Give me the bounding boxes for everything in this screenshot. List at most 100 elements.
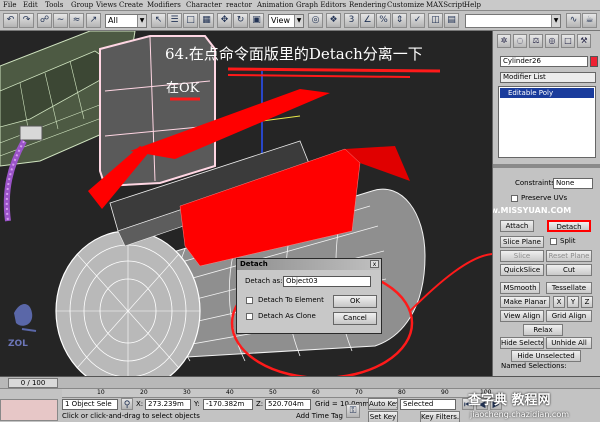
set-key-button[interactable]: Set Key (368, 411, 398, 422)
object-name-field[interactable]: Cylinder26 (500, 56, 588, 67)
select-by-name-icon[interactable]: ☰ (167, 13, 182, 28)
scale-icon[interactable]: ▣ (249, 13, 264, 28)
tessellate-button[interactable]: Tessellate (546, 282, 592, 294)
x-coord-field[interactable]: 273.239m (145, 399, 191, 410)
spinner-snap-icon[interactable]: ⇕ (392, 13, 407, 28)
detach-to-element-checkbox[interactable] (246, 297, 253, 304)
angle-snap-icon[interactable]: ∠ (360, 13, 375, 28)
detach-as-input[interactable]: Object03 (283, 276, 371, 287)
menu-tools[interactable]: Tools (45, 0, 63, 11)
percent-snap-icon[interactable]: % (376, 13, 391, 28)
slice-button[interactable]: Slice (500, 250, 544, 262)
maxscript-listener[interactable] (0, 399, 58, 421)
menu-maxscript[interactable]: MAXScript (426, 0, 465, 11)
unhide-all-button[interactable]: Unhide All (546, 337, 592, 349)
ok-button[interactable]: OK (333, 295, 377, 308)
y-coord-field[interactable]: -170.382m (203, 399, 253, 410)
view-align-button[interactable]: View Align (500, 310, 544, 322)
create-tab-icon[interactable]: ✲ (497, 34, 511, 48)
cancel-button[interactable]: Cancel (333, 312, 377, 325)
menu-group[interactable]: Group (71, 0, 93, 11)
menu-reactor[interactable]: reactor (226, 0, 252, 11)
hide-unselected-button[interactable]: Hide Unselected (511, 350, 581, 362)
undo-icon[interactable]: ↶ (3, 13, 18, 28)
auto-key-button[interactable]: Auto Key (368, 398, 398, 410)
selection-filter-dropdown[interactable]: All ▼ (105, 14, 147, 28)
grid-align-button[interactable]: Grid Align (546, 310, 592, 322)
slice-plane-button[interactable]: Slice Plane (500, 236, 544, 248)
display-tab-icon[interactable]: □ (561, 34, 575, 48)
utilities-tab-icon[interactable]: ⚒ (577, 34, 591, 48)
close-icon[interactable]: x (370, 260, 379, 268)
named-selection-sets-dropdown[interactable]: ▼ (465, 14, 561, 28)
menu-customize[interactable]: Customize (387, 0, 424, 11)
time-slider-thumb[interactable]: 0 / 100 (8, 378, 58, 388)
modify-tab-icon[interactable]: ◌ (513, 34, 527, 48)
named-selection-icon[interactable]: ✓ (410, 13, 425, 28)
key-icon[interactable]: ⚿ (346, 404, 360, 418)
hierarchy-tab-icon[interactable]: ⚖ (529, 34, 543, 48)
detach-button[interactable]: Detach (547, 220, 591, 232)
z-coord-field[interactable]: 520.704m (265, 399, 311, 410)
align-icon[interactable]: ▤ (444, 13, 459, 28)
menubar: File Edit Tools Group Views Create Modif… (0, 0, 600, 11)
bind-space-warp-icon[interactable]: ≈ (69, 13, 84, 28)
reset-plane-button[interactable]: Reset Plane (546, 250, 592, 262)
time-slider-track[interactable]: 0 / 100 (0, 377, 600, 389)
preserve-uvs-checkbox[interactable] (511, 195, 518, 202)
modifier-list-dropdown[interactable]: Modifier List (500, 72, 596, 83)
move-icon[interactable]: ✥ (217, 13, 232, 28)
menu-edit[interactable]: Edit (23, 0, 38, 11)
add-time-tag[interactable]: Add Time Tag (296, 412, 343, 420)
constraints-dropdown[interactable]: None (553, 178, 593, 189)
curve-editor-icon[interactable]: ∿ (566, 13, 581, 28)
make-planar-z-button[interactable]: Z (581, 296, 593, 308)
object-color-swatch[interactable] (590, 56, 598, 67)
mirror-icon[interactable]: ◫ (428, 13, 443, 28)
snaps-toggle-icon[interactable]: 3 (344, 13, 359, 28)
menu-create[interactable]: Create (119, 0, 143, 11)
menu-modifiers[interactable]: Modifiers (147, 0, 181, 11)
rotate-icon[interactable]: ↻ (233, 13, 248, 28)
key-filters-button[interactable]: Key Filters... (420, 411, 460, 422)
menu-character[interactable]: Character (186, 0, 222, 11)
hide-selected-button[interactable]: Hide Selected (500, 337, 544, 349)
perspective-viewport[interactable]: 64.在点命令面版里的Detach分离一下 在OK Detach x Detac… (0, 31, 492, 376)
unlink-icon[interactable]: ∼ (53, 13, 68, 28)
cut-button[interactable]: Cut (546, 264, 592, 276)
stack-item-editable-poly[interactable]: Editable Poly (500, 88, 594, 98)
quickslice-button[interactable]: QuickSlice (500, 264, 544, 276)
menu-animation[interactable]: Animation (257, 0, 293, 11)
tick-label: 20 (140, 389, 148, 396)
render-icon[interactable]: ☕ (582, 13, 597, 28)
select-object-arrow-icon[interactable]: ↖ (151, 13, 166, 28)
pivot-center-icon[interactable]: ◎ (308, 13, 323, 28)
menu-help[interactable]: Help (464, 0, 481, 11)
select-manipulate-icon[interactable]: ❖ (326, 13, 341, 28)
make-planar-y-button[interactable]: Y (567, 296, 579, 308)
menu-file[interactable]: File (3, 0, 16, 11)
make-planar-button[interactable]: Make Planar (500, 296, 550, 308)
key-mode-dropdown[interactable]: Selected (400, 399, 456, 410)
menu-graph-editors[interactable]: Graph Editors (296, 0, 346, 11)
attach-button[interactable]: Attach (500, 220, 534, 232)
menu-rendering[interactable]: Rendering (349, 0, 386, 11)
split-checkbox[interactable] (550, 238, 557, 245)
select-link-icon[interactable]: ☍ (37, 13, 52, 28)
region-select-icon[interactable]: □ (183, 13, 198, 28)
lock-selection-icon[interactable]: ⚲ (121, 398, 133, 410)
chevron-down-icon: ▼ (551, 15, 560, 27)
window-crossing-icon[interactable]: ▦ (199, 13, 214, 28)
track-bar[interactable]: 10 20 30 40 50 60 70 80 90 100 (62, 389, 492, 398)
reference-coordinate-dropdown[interactable]: View ▼ (268, 14, 304, 28)
redo-icon[interactable]: ↷ (19, 13, 34, 28)
prompt-text: Click or click-and-drag to select object… (62, 412, 200, 420)
menu-views[interactable]: Views (96, 0, 117, 11)
motion-tab-icon[interactable]: ◎ (545, 34, 559, 48)
dialog-titlebar[interactable]: Detach x (237, 259, 381, 270)
msmooth-button[interactable]: MSmooth (500, 282, 540, 294)
make-planar-x-button[interactable]: X (553, 296, 565, 308)
relax-button[interactable]: Relax (523, 324, 563, 336)
detach-as-clone-checkbox[interactable] (246, 313, 253, 320)
select-object-icon[interactable]: ↗ (86, 13, 101, 28)
